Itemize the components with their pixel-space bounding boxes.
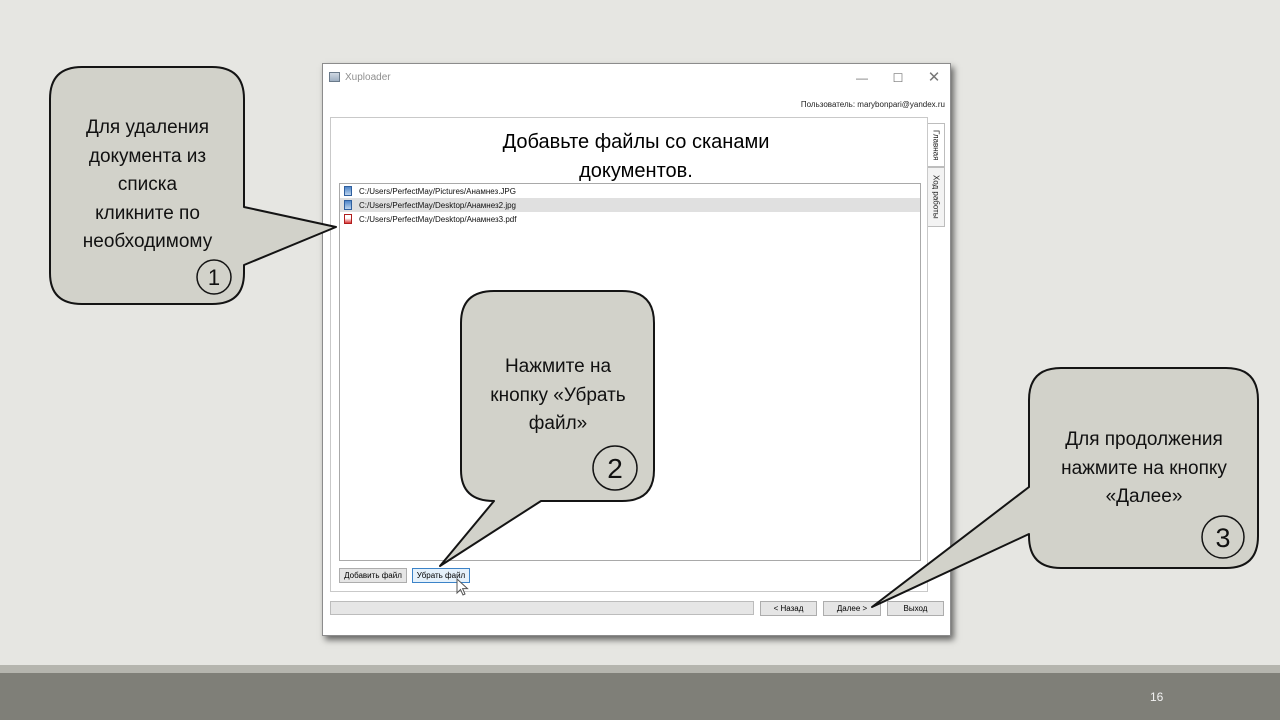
image-file-icon — [344, 200, 352, 210]
callout-line: документа из — [88, 145, 207, 167]
tab-progress[interactable]: Ход работы — [928, 167, 945, 227]
callout-3-text: Для продолжения нажмите на кнопку «Далее… — [1035, 426, 1253, 512]
mouse-cursor-icon — [456, 578, 469, 596]
file-path: C:/Users/PerfectMay/Desktop/Анамнез3.pdf — [359, 214, 517, 224]
user-label: Пользователь: — [800, 100, 856, 109]
callout-line: Для продолжения — [1065, 429, 1223, 450]
add-file-button[interactable]: Добавить файл — [339, 568, 407, 583]
pdf-file-icon — [344, 214, 352, 224]
tab-progress-label: Ход работы — [931, 175, 941, 219]
tab-home[interactable]: Главная — [928, 123, 945, 167]
callout-1-text: Для удаления документа из списка кликнит… — [55, 114, 240, 257]
footer-band — [0, 665, 1280, 673]
file-row-2[interactable]: C:/Users/PerfectMay/Desktop/Анамнез2.jpg — [340, 198, 920, 212]
app-window: Xuploader — ☐ ✕ Пользователь: marybonpar… — [322, 63, 951, 636]
callout-line: «Далее» — [1105, 486, 1183, 507]
next-button[interactable]: Далее > — [823, 601, 881, 616]
window-title: Xuploader — [345, 72, 391, 83]
file-path: C:/Users/PerfectMay/Desktop/Анамнез2.jpg — [359, 200, 516, 210]
user-info: Пользователь: marybonpari@yandex.ru — [801, 100, 945, 109]
file-path: C:/Users/PerfectMay/Pictures/Анамнез.JPG — [359, 186, 516, 196]
maximize-icon[interactable]: ☐ — [885, 67, 911, 89]
exit-button[interactable]: Выход — [887, 601, 944, 616]
app-icon — [329, 72, 340, 82]
tab-home-label: Главная — [931, 129, 941, 161]
slide-footer — [0, 673, 1280, 720]
callout-line: кликните по — [95, 202, 200, 224]
minimize-icon[interactable]: — — [849, 67, 875, 89]
user-email: marybonpari@yandex.ru — [857, 100, 945, 109]
file-list[interactable]: C:/Users/PerfectMay/Pictures/Анамнез.JPG… — [339, 183, 921, 561]
callout-line: списка — [117, 174, 178, 195]
page-number: 16 — [1150, 690, 1164, 704]
file-row-3[interactable]: C:/Users/PerfectMay/Desktop/Анамнез3.pdf — [340, 212, 920, 226]
side-tabs: Главная Ход работы — [928, 123, 945, 227]
callout-1: 1 — [49, 66, 337, 305]
page-title: Добавьте файлы со сканами документов. — [461, 128, 811, 186]
back-button[interactable]: < Назад — [760, 601, 817, 616]
callout-line: необходимому — [82, 231, 213, 252]
close-icon[interactable]: ✕ — [921, 67, 947, 89]
file-row-1[interactable]: C:/Users/PerfectMay/Pictures/Анамнез.JPG — [340, 184, 920, 198]
callout-3-number: 3 — [1215, 523, 1230, 553]
image-file-icon — [344, 186, 352, 196]
page-title-line-2: документов. — [579, 160, 693, 182]
callout-line: Для удаления — [85, 117, 210, 138]
callout-line: нажмите на кнопку — [1061, 457, 1227, 479]
title-bar[interactable]: Xuploader — ☐ ✕ — [323, 64, 950, 92]
callout-1-number: 1 — [208, 265, 220, 290]
page-title-line-1: Добавьте файлы со сканами — [502, 131, 770, 153]
progress-bar — [330, 601, 754, 615]
